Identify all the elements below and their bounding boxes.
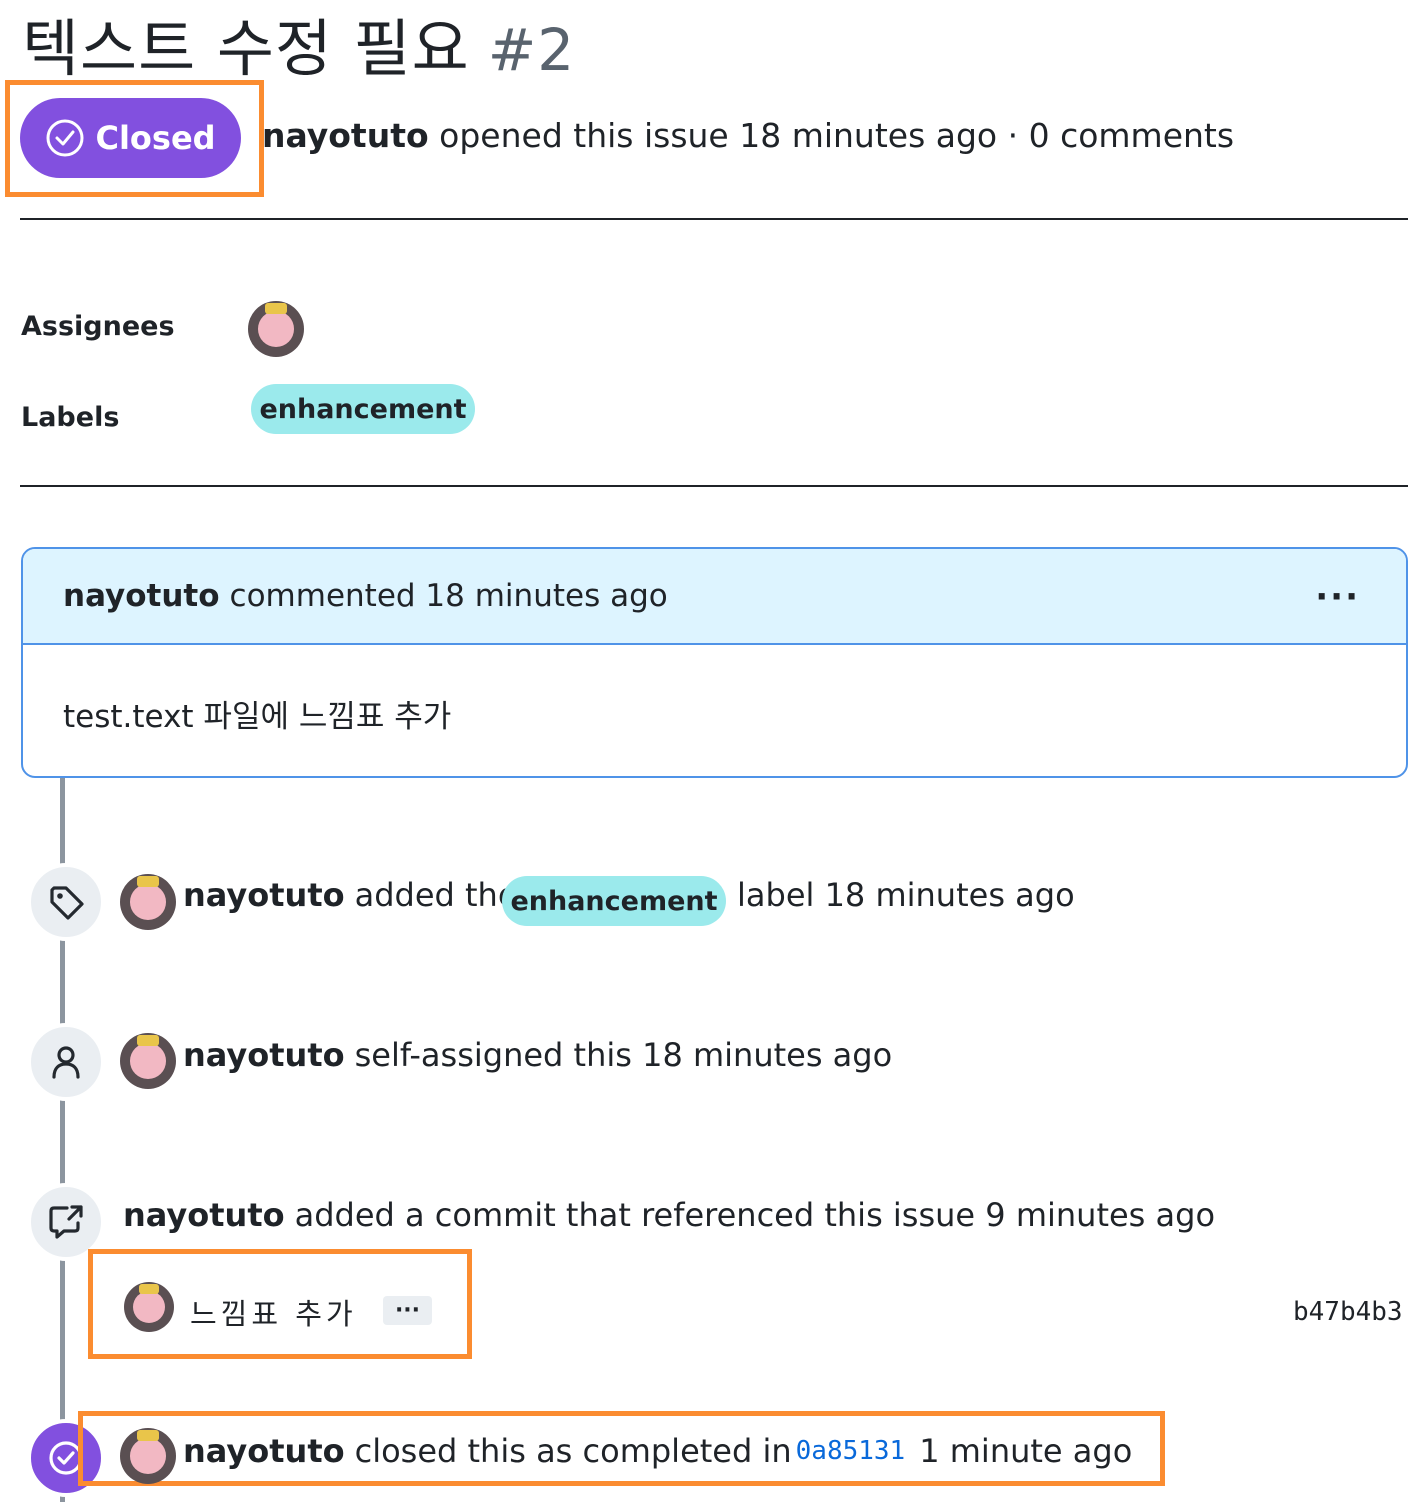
- event-text: self-assigned this 18 minutes ago: [354, 1036, 893, 1074]
- comment-author-link[interactable]: nayotuto: [63, 578, 220, 614]
- comment-options-button[interactable]: ···: [1315, 577, 1360, 617]
- event-author-link[interactable]: nayotuto: [183, 876, 345, 914]
- event-text: added the: [354, 876, 518, 914]
- cross-reference-icon: [49, 1205, 83, 1239]
- event-text: added a commit that referenced this issu…: [294, 1196, 1216, 1234]
- issue-title: 텍스트 수정 필요 #2: [22, 0, 575, 88]
- event-text: closed this as completed in: [354, 1432, 792, 1470]
- timeline-event-icon: [27, 863, 105, 941]
- comment-body: test.text 파일에 느낌표 추가: [63, 699, 452, 735]
- label-enhancement[interactable]: enhancement: [251, 384, 475, 434]
- commit-avatar[interactable]: [124, 1282, 174, 1332]
- label-event-text: nayotuto added the: [183, 876, 518, 914]
- avatar[interactable]: [120, 1428, 176, 1484]
- avatar[interactable]: [120, 874, 176, 930]
- event-author-link[interactable]: nayotuto: [183, 1432, 345, 1470]
- divider: [20, 485, 1408, 487]
- event-author-link[interactable]: nayotuto: [123, 1196, 285, 1234]
- comment-card: nayotuto commented 18 minutes ago ··· te…: [21, 547, 1408, 778]
- issue-meta-text: opened this issue 18 minutes ago · 0 com…: [439, 116, 1235, 155]
- close-event-text: nayotuto closed this as completed in 0a8…: [183, 1432, 1132, 1470]
- avatar[interactable]: [120, 1033, 176, 1089]
- issue-title-text: 텍스트 수정 필요: [22, 12, 470, 85]
- commit-expand-button[interactable]: ···: [383, 1296, 432, 1325]
- check-circle-icon: [46, 119, 84, 157]
- status-badge-label: Closed: [95, 119, 216, 157]
- commit-sha-link[interactable]: b47b4b3: [1293, 1297, 1403, 1327]
- comment-meta: commented 18 minutes ago: [229, 578, 668, 614]
- labels-heading: Labels: [21, 402, 120, 433]
- commit-event-text: nayotuto added a commit that referenced …: [123, 1196, 1215, 1234]
- comment-header: nayotuto commented 18 minutes ago: [23, 549, 1406, 645]
- event-time: 1 minute ago: [919, 1432, 1133, 1470]
- event-author-link[interactable]: nayotuto: [183, 1036, 345, 1074]
- timeline-event-icon: [27, 1023, 105, 1101]
- assignee-avatar[interactable]: [248, 301, 304, 357]
- commit-message-link[interactable]: 느낌표 추가: [190, 1291, 357, 1333]
- issue-number: #2: [487, 16, 576, 84]
- assignees-heading: Assignees: [21, 311, 175, 342]
- person-icon: [52, 1046, 80, 1079]
- label-enhancement[interactable]: enhancement: [502, 876, 726, 926]
- tag-icon: [50, 886, 84, 920]
- closing-commit-link[interactable]: 0a85131: [796, 1436, 906, 1466]
- status-badge: Closed: [20, 98, 241, 178]
- label-event-suffix: label 18 minutes ago: [737, 876, 1075, 914]
- assign-event-text: nayotuto self-assigned this 18 minutes a…: [183, 1036, 892, 1074]
- divider: [20, 218, 1408, 220]
- issue-meta: nayotuto opened this issue 18 minutes ag…: [262, 116, 1234, 155]
- author-link[interactable]: nayotuto: [262, 116, 429, 155]
